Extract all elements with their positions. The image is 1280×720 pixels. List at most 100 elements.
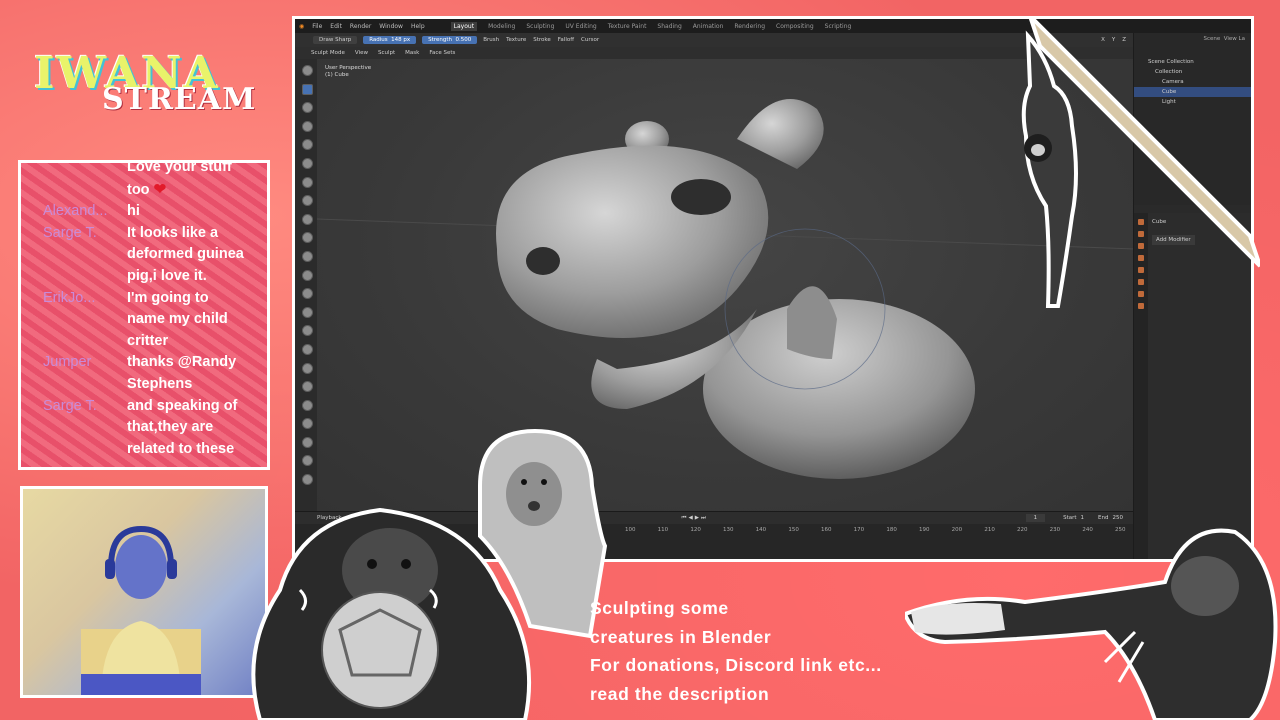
menu-edit[interactable]: Edit (330, 23, 342, 30)
chat-text: that,they are (127, 417, 213, 439)
radius-value: 148 px (391, 37, 411, 43)
workspace-tab-animation[interactable]: Animation (693, 23, 724, 30)
sculpt-brush-tool-icon[interactable] (301, 120, 313, 132)
tool-menu-falloff[interactable]: Falloff (558, 37, 574, 43)
chat-username[interactable] (27, 163, 127, 179)
chat-username[interactable] (27, 179, 127, 202)
sculpt-brush-tool-icon[interactable] (301, 195, 313, 207)
workspace-tab-modeling[interactable]: Modeling (488, 23, 515, 30)
chat-text: Stephens (127, 374, 192, 396)
start-frame-field[interactable]: 1 (1081, 515, 1085, 521)
chat-username[interactable] (27, 374, 127, 396)
menu-file[interactable]: File (312, 23, 322, 30)
workspace-tab-sculpting[interactable]: Sculpting (526, 23, 554, 30)
sculpt-brush-tool-icon[interactable] (301, 343, 313, 355)
end-frame-field[interactable]: 250 (1113, 515, 1124, 521)
chat-username[interactable] (27, 244, 127, 266)
chat-message: Sarge T. and speaking of (27, 396, 261, 418)
current-frame-field[interactable]: 1 (1025, 514, 1046, 522)
tool-menu-cursor[interactable]: Cursor (581, 37, 599, 43)
chat-text-content: deformed guinea (127, 246, 244, 263)
sculpt-brush-tool-icon[interactable] (301, 213, 313, 225)
chat-text-content: It looks like a (127, 224, 219, 241)
caption-line-2: creatures in Blender (590, 626, 772, 647)
menu-face-sets[interactable]: Face Sets (429, 50, 455, 56)
menu-view[interactable]: View (355, 50, 368, 56)
streamer-silhouette (81, 525, 201, 695)
chat-username[interactable] (27, 417, 127, 439)
chat-text-content: too (127, 181, 150, 198)
sculpt-brush-tool-icon[interactable] (301, 83, 313, 95)
tool-menu-stroke[interactable]: Stroke (533, 37, 551, 43)
chat-username[interactable] (27, 266, 127, 288)
sculpt-brush-tool-icon[interactable] (301, 455, 313, 467)
end-label: End (1098, 515, 1109, 521)
workspace-tab-shading[interactable]: Shading (657, 23, 681, 30)
sculpt-brush-tool-icon[interactable] (301, 436, 313, 448)
chat-text: Love your stuff (127, 163, 232, 179)
strength-field[interactable]: Strength 0.500 (422, 36, 478, 44)
caption-line-1: Sculpting some (590, 598, 729, 618)
menu-sculpt[interactable]: Sculpt (378, 50, 395, 56)
chat-text: critter (127, 331, 168, 353)
sculpt-brush-tool-icon[interactable] (301, 474, 313, 486)
chat-username[interactable]: Alexand... (27, 201, 127, 223)
sculpt-brush-tool-icon[interactable] (301, 381, 313, 393)
gibbon-on-rope-sticker (1021, 16, 1260, 308)
chimp-with-ball-sticker (251, 507, 532, 720)
start-label: Start (1063, 515, 1077, 521)
tool-menu-brush[interactable]: Brush (483, 37, 499, 43)
sculpt-brush-tool-icon[interactable] (301, 288, 313, 300)
brush-selector[interactable]: Draw Sharp (313, 36, 358, 44)
sculpt-brush-tool-icon[interactable] (301, 399, 313, 411)
chat-text-content: and speaking of (127, 397, 238, 414)
chat-text-content: name my child (127, 311, 228, 328)
chat-username[interactable] (27, 439, 127, 461)
workspace-tab-layout[interactable]: Layout (450, 21, 478, 31)
menu-render[interactable]: Render (350, 23, 371, 30)
sculpt-brush-tool-icon[interactable] (301, 362, 313, 374)
chat-username[interactable]: Jumper (27, 352, 127, 374)
timeline-tick-label: 160 (821, 527, 832, 533)
sculpt-brush-tool-icon[interactable] (301, 157, 313, 169)
chat-username[interactable]: Sarge T. (27, 396, 127, 418)
sculpt-brush-tool-icon[interactable] (301, 418, 313, 430)
workspace-tab-rendering[interactable]: Rendering (734, 23, 765, 30)
workspace-tab-compositing[interactable]: Compositing (776, 23, 814, 30)
chat-message: too ❤ (27, 179, 261, 202)
sculpt-brush-tool-icon[interactable] (301, 250, 313, 262)
menu-window[interactable]: Window (379, 23, 403, 30)
chat-username[interactable] (27, 309, 127, 331)
chat-text-content: thanks @Randy (127, 354, 237, 371)
playback-controls[interactable]: ⏮◀▶⏭ (682, 515, 708, 522)
chat-text: deformed guinea (127, 244, 244, 266)
menu-help[interactable]: Help (411, 23, 425, 30)
chat-message: Stephens (27, 374, 261, 396)
chat-username[interactable]: ErikJo... (27, 288, 127, 310)
tool-menu-texture[interactable]: Texture (506, 37, 526, 43)
chat-username[interactable]: Sarge T. (27, 223, 127, 245)
workspace-tab-scripting[interactable]: Scripting (825, 23, 852, 30)
chat-text-content: related to these (127, 440, 235, 457)
chat-text: related to these (127, 439, 234, 461)
sculpt-brush-tool-icon[interactable] (301, 232, 313, 244)
workspace-tab-texture-paint[interactable]: Texture Paint (608, 23, 647, 30)
chat-username[interactable] (27, 331, 127, 353)
blender-logo-icon[interactable]: ◉ (299, 23, 304, 30)
sculpt-brush-tool-icon[interactable] (301, 176, 313, 188)
heart-icon: ❤ (153, 180, 167, 198)
sculpt-brush-tool-icon[interactable] (301, 325, 313, 337)
timeline-tick-label: 170 (853, 527, 865, 533)
radius-field[interactable]: Radius 148 px (363, 36, 417, 44)
caption-line-4: read the description (590, 683, 770, 704)
sculpt-brush-tool-icon[interactable] (301, 65, 313, 76)
sculpt-brush-tool-icon[interactable] (301, 269, 313, 281)
chat-text: It looks like a (127, 223, 218, 245)
sculpt-brush-tool-icon[interactable] (301, 102, 313, 114)
menu-mask[interactable]: Mask (405, 50, 419, 56)
timeline-tick-label: 120 (690, 527, 701, 533)
mode-selector[interactable]: Sculpt Mode (311, 50, 345, 56)
sculpt-brush-tool-icon[interactable] (301, 139, 313, 151)
workspace-tab-uv-editing[interactable]: UV Editing (565, 23, 596, 30)
sculpt-brush-tool-icon[interactable] (301, 306, 313, 318)
